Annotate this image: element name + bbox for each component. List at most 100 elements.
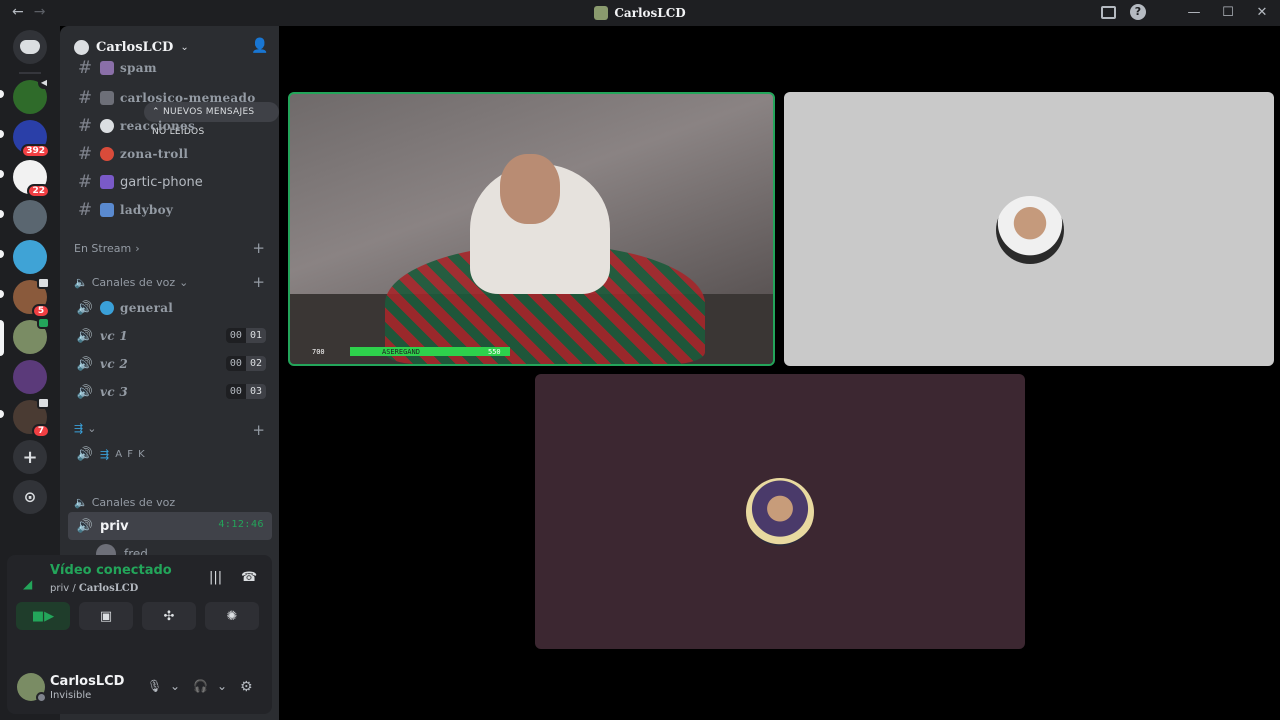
window-title: CarlosLCD	[0, 0, 1280, 26]
user-limit-badge: 00 03	[225, 384, 266, 399]
server-badge-icon	[74, 39, 89, 55]
channel-emoji-icon	[100, 61, 114, 75]
voice-channel-afk[interactable]: 🔊 ⇶ A F K	[68, 440, 272, 468]
voice-channel-path[interactable]: priv / CarlosLCD	[50, 583, 138, 594]
channel-emoji-icon	[100, 91, 114, 105]
discord-logo-icon	[20, 40, 40, 54]
server-icon-carloslcd[interactable]	[13, 317, 50, 354]
gear-icon[interactable]: ⚙	[240, 679, 253, 695]
screen-share-icon	[37, 397, 50, 409]
signal-icon[interactable]: ◢	[23, 577, 37, 591]
voice-channel-general[interactable]: 🔊 general	[68, 294, 272, 322]
voice-channel-vc2[interactable]: 🔊 vc 2 00 02	[68, 350, 272, 378]
voice-channel-vc3[interactable]: 🔊 vc 3 00 03	[68, 378, 272, 406]
server-icon-3[interactable]: 22	[13, 160, 50, 198]
category-afk[interactable]: ⇶ ⌄	[74, 422, 96, 435]
server-icon	[594, 6, 609, 20]
category-canales-de-voz-2[interactable]: 🔈 Canales de voz	[74, 496, 175, 509]
chevron-down-icon: ⌄	[179, 276, 189, 289]
speaker-icon: 🔊	[76, 518, 94, 534]
screen-share-button[interactable]: ▣	[79, 602, 133, 630]
speaker-icon: 🔊	[76, 356, 94, 372]
camera-icon: ■▶	[31, 608, 55, 624]
chevron-down-icon: ⌄	[180, 41, 189, 53]
headphones-icon[interactable]: 🎧	[193, 679, 208, 693]
troll-emoji-icon	[100, 147, 114, 161]
chevron-right-icon: ›	[135, 242, 140, 255]
video-tile-participant-2[interactable]	[784, 92, 1274, 366]
mention-badge: 7	[32, 424, 50, 438]
server-icon-8[interactable]	[13, 360, 47, 394]
headphones-icon	[100, 119, 114, 133]
speaker-icon: 🔊	[76, 446, 94, 462]
video-stage: 700 ASEREGAND 550	[279, 26, 1280, 720]
home-button[interactable]	[13, 30, 47, 64]
discover-button[interactable]: ⊙	[13, 480, 47, 514]
category-canales-de-voz[interactable]: 🔈 Canales de voz ⌄	[74, 276, 188, 289]
help-icon[interactable]: ?	[1130, 4, 1146, 20]
user-panel: CarlosLCD Invisible 🎙 ⌄ 🎧 ⌄ ⚙	[7, 659, 272, 714]
video-tile-streamer[interactable]: 700 ASEREGAND 550	[288, 92, 775, 366]
voice-status[interactable]: Vídeo conectado	[50, 563, 172, 578]
speaker-icon: 🔈	[74, 276, 88, 289]
microphone-icon[interactable]: 🎙	[147, 679, 162, 693]
status-dot	[36, 692, 47, 703]
speaker-icon: 🔊	[76, 300, 94, 316]
server-icon-9[interactable]: 7	[13, 397, 50, 438]
create-channel-icon[interactable]: +	[252, 273, 265, 291]
voice-channel-vc1[interactable]: 🔊 vc 1 00 01	[68, 322, 272, 350]
server-icon-2[interactable]: 392	[13, 120, 50, 158]
globe-emoji-icon	[100, 301, 114, 315]
activities-icon: ✣	[163, 608, 175, 624]
server-icon-5[interactable]	[13, 240, 47, 274]
server-icon-gang[interactable]: ◀	[13, 77, 50, 114]
video-icon	[37, 317, 50, 329]
add-server-button[interactable]: +	[13, 440, 47, 474]
avatar	[996, 196, 1064, 264]
chevron-down-icon[interactable]: ⌄	[217, 679, 227, 693]
hash-icon: #	[77, 144, 93, 164]
activities-button[interactable]: ✣	[142, 602, 196, 630]
streamer-video	[500, 154, 560, 224]
hash-icon: #	[77, 200, 93, 220]
speaker-icon: 🔊	[76, 328, 94, 344]
channel-ladyboy[interactable]: # ladyboy	[68, 196, 272, 224]
invite-icon[interactable]: 👤	[251, 39, 268, 53]
server-icon-6[interactable]: 5	[13, 277, 50, 318]
avatar[interactable]	[17, 673, 47, 703]
mention-badge: 392	[21, 144, 50, 158]
hash-icon: #	[77, 88, 93, 108]
create-channel-icon[interactable]: +	[252, 421, 265, 439]
afk-emoji-icon: ⇶	[100, 447, 110, 461]
video-tile-participant-3[interactable]	[535, 374, 1025, 649]
chevron-down-icon: ⌄	[87, 422, 97, 435]
mention-badge: 22	[27, 184, 50, 198]
category-en-stream[interactable]: En Stream ›	[74, 242, 140, 255]
hash-icon: #	[77, 58, 93, 78]
phone-emoji-icon	[100, 175, 114, 189]
hash-icon: #	[77, 172, 93, 192]
people-emoji-icon	[100, 203, 114, 217]
minimize-button[interactable]: —	[1184, 5, 1204, 20]
screen-share-icon	[37, 277, 50, 289]
channel-gartic-phone[interactable]: # gartic-phone	[68, 168, 272, 196]
server-icon-4[interactable]	[13, 200, 47, 234]
title-bar: ← → CarlosLCD ? — ☐ ✕	[0, 0, 1280, 26]
create-channel-icon[interactable]: +	[252, 239, 265, 257]
noise-suppression-icon[interactable]: |||	[209, 570, 222, 585]
disconnect-icon[interactable]: ☎	[241, 570, 257, 585]
voice-channel-priv[interactable]: 🔊 priv 4:12:46	[68, 512, 272, 540]
speaker-icon: 🔈	[74, 496, 88, 509]
speaker-icon: ◀	[38, 77, 50, 89]
camera-button[interactable]: ■▶	[16, 602, 70, 630]
channel-reacciones[interactable]: # reacciones	[68, 112, 272, 140]
channel-spam[interactable]: # spam	[68, 58, 272, 78]
close-button[interactable]: ✕	[1252, 5, 1272, 20]
channel-zona-troll[interactable]: # zona-troll	[68, 140, 272, 168]
maximize-button[interactable]: ☐	[1218, 5, 1238, 20]
soundboard-button[interactable]: ✺	[205, 602, 259, 630]
inbox-icon[interactable]	[1101, 5, 1116, 19]
hash-icon: #	[77, 116, 93, 136]
chevron-down-icon[interactable]: ⌄	[170, 679, 180, 693]
soundboard-icon: ✺	[226, 608, 238, 624]
